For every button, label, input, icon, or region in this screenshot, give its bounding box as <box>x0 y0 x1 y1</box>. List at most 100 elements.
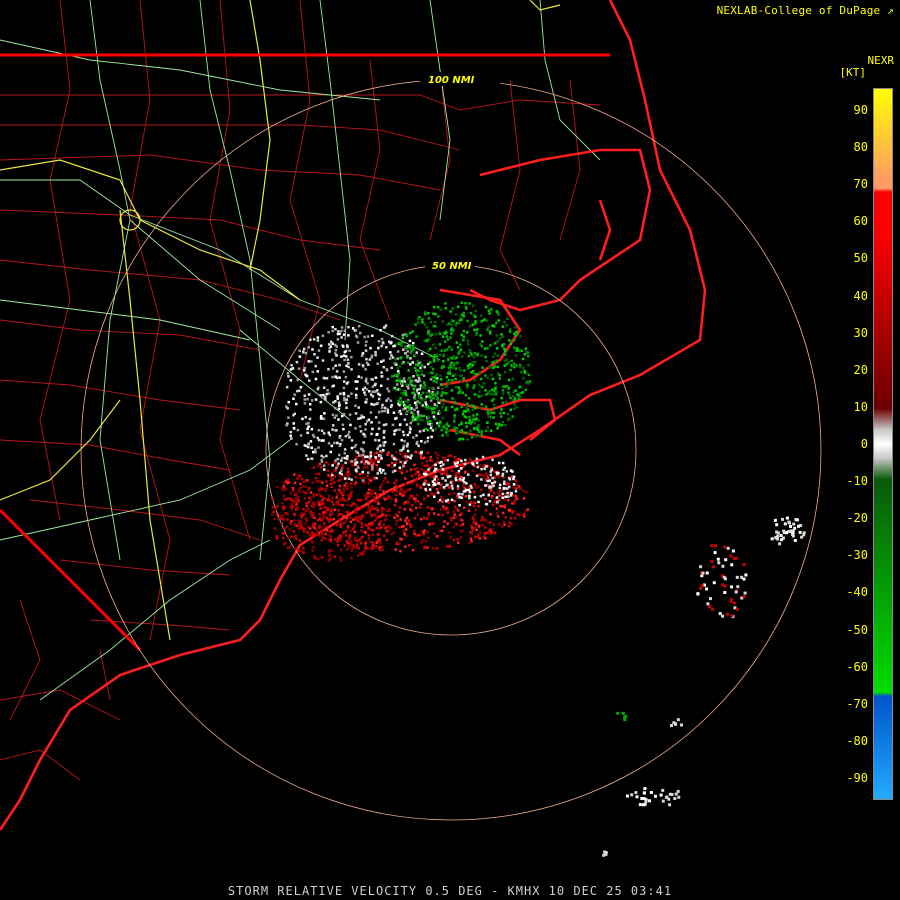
echo-pixel <box>410 454 413 457</box>
echo-pixel <box>338 474 341 477</box>
echo-pixel <box>401 494 404 497</box>
echo-pixel <box>322 522 326 525</box>
echo-pixel <box>398 377 402 381</box>
echo-pixel <box>425 459 429 463</box>
echo-pixel <box>415 371 419 375</box>
echo-pixel <box>469 484 473 488</box>
echo-pixel <box>285 424 288 427</box>
echo-pixel <box>358 472 362 476</box>
echo-pixel <box>430 423 434 427</box>
echo-pixel <box>303 394 306 397</box>
echo-pixel <box>444 456 447 460</box>
echo-pixel <box>477 395 481 398</box>
echo-pixel <box>435 547 439 550</box>
echo-pixel <box>452 366 456 370</box>
echo-pixel <box>317 349 321 352</box>
echo-pixel <box>723 545 727 549</box>
echo-pixel <box>417 396 421 399</box>
echo-pixel <box>370 402 373 406</box>
echo-pixel <box>407 369 410 372</box>
echo-pixel <box>347 477 351 480</box>
echo-pixel <box>403 440 406 443</box>
echo-pixel <box>386 509 389 513</box>
echo-pixel <box>604 852 608 856</box>
echo-pixel <box>452 526 455 529</box>
echo-pixel <box>431 493 434 496</box>
echo-pixel <box>343 350 347 354</box>
echo-pixel <box>788 521 791 525</box>
interstate-lines <box>0 0 561 641</box>
echo-pixel <box>354 458 357 462</box>
echo-pixel <box>519 370 523 374</box>
echo-pixel <box>380 410 384 413</box>
echo-pixel <box>413 354 416 357</box>
echo-pixel <box>467 397 471 400</box>
echo-pixel <box>342 386 346 390</box>
echo-pixel <box>376 546 379 549</box>
echo-pixel <box>344 435 348 438</box>
echo-pixel <box>335 429 338 432</box>
echo-pixel <box>387 496 390 500</box>
echo-pixel <box>498 377 502 380</box>
echo-pixel <box>371 395 374 398</box>
echo-pixel <box>400 391 403 395</box>
echo-pixel <box>471 408 475 411</box>
echo-pixel <box>380 406 384 409</box>
echo-pixel <box>327 474 330 477</box>
echo-pixel <box>338 444 342 448</box>
echo-pixel <box>493 491 496 495</box>
echo-pixel <box>310 539 313 542</box>
echo-pixel <box>352 502 355 505</box>
echo-pixel <box>400 438 403 442</box>
echo-pixel <box>449 516 452 519</box>
echo-pixel <box>504 359 507 363</box>
scale-tick-label: -70 <box>846 696 868 711</box>
echo-pixel <box>712 565 716 569</box>
echo-pixel <box>459 343 462 346</box>
credit-label[interactable]: NEXLAB-College of DuPage ↗ <box>717 4 894 17</box>
echo-pixel <box>463 415 466 418</box>
echo-pixel <box>281 532 285 535</box>
echo-pixel <box>415 440 419 444</box>
echo-pixel <box>367 481 370 485</box>
echo-pixel <box>316 387 320 391</box>
echo-pixel <box>473 513 477 516</box>
echo-pixel <box>342 531 345 534</box>
echo-pixel <box>785 531 789 535</box>
echo-pixel <box>394 498 398 501</box>
echo-pixel <box>515 364 518 367</box>
echo-pixel <box>379 485 382 489</box>
echo-pixel <box>331 530 334 533</box>
echo-pixel <box>468 494 471 498</box>
echo-pixel <box>420 451 423 455</box>
echo-pixel <box>399 460 402 464</box>
echo-pixel <box>484 405 488 408</box>
echo-pixel <box>793 526 797 530</box>
credit-text[interactable]: NEXLAB-College of DuPage <box>717 4 881 17</box>
echo-pixel <box>311 549 314 552</box>
echo-pixel <box>323 497 326 500</box>
echo-pixel <box>491 377 495 381</box>
echo-pixel <box>427 317 431 320</box>
echo-pixel <box>377 346 380 350</box>
echo-pixel <box>467 473 470 476</box>
echo-pixel <box>405 522 409 525</box>
external-link-arrow-icon[interactable]: ↗ <box>887 4 894 17</box>
echo-pixel <box>797 524 800 528</box>
echo-pixel <box>705 571 709 575</box>
echo-pixel <box>310 399 314 402</box>
echo-pixel <box>351 543 354 547</box>
echo-pixel <box>423 441 427 444</box>
echo-pixel <box>474 360 477 364</box>
echo-pixel <box>439 508 443 511</box>
echo-pixel <box>335 496 338 499</box>
echo-pixel <box>331 464 334 467</box>
echo-pixel <box>306 457 310 461</box>
echo-pixel <box>345 517 348 520</box>
echo-pixel <box>492 393 495 396</box>
echo-pixel <box>352 527 355 531</box>
echo-pixel <box>330 507 334 511</box>
echo-pixel <box>443 340 447 343</box>
echo-pixel <box>350 549 353 552</box>
echo-pixel <box>477 425 481 428</box>
